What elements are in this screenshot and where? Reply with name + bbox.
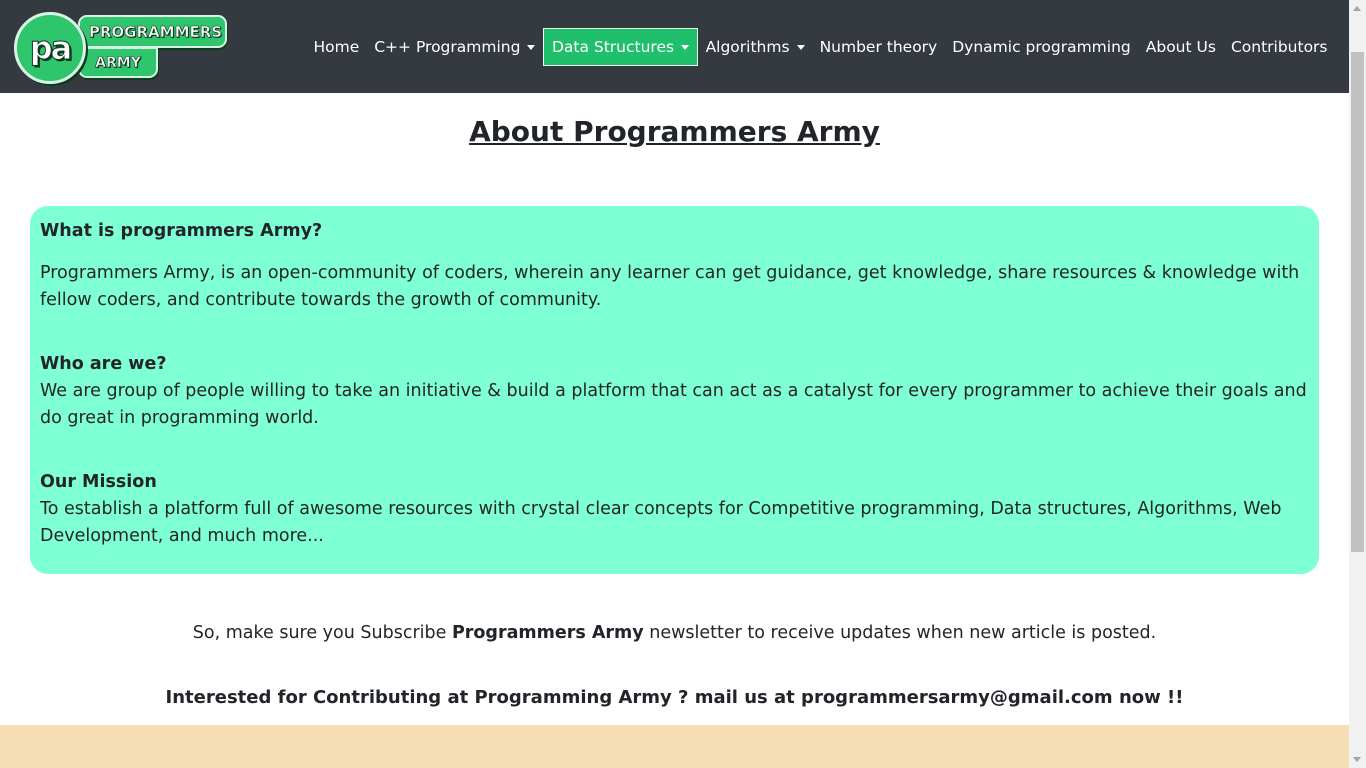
section-body: Programmers Army, is an open-community o… bbox=[40, 263, 1300, 310]
logo-monogram-text: pa bbox=[29, 29, 72, 68]
nav-data-structures-label: Data Structures bbox=[551, 38, 675, 56]
navbar: PROGRAMMERS ARMY pa Home C++ Programming… bbox=[0, 0, 1349, 93]
scrollbar-thumb[interactable] bbox=[1351, 52, 1364, 552]
nav-dynamic-programming[interactable]: Dynamic programming bbox=[945, 28, 1139, 66]
section-body: We are group of people willing to take a… bbox=[40, 381, 1307, 428]
section-heading: What is programmers Army? bbox=[40, 221, 323, 241]
scroll-down-arrow-icon[interactable] bbox=[1353, 757, 1361, 762]
nav-algorithms-label: Algorithms bbox=[705, 38, 790, 56]
section-what-is: What is programmers Army? Programmers Ar… bbox=[40, 218, 1309, 314]
logo-text-line2: ARMY bbox=[95, 54, 141, 71]
contribute-text: Interested for Contributing at Programmi… bbox=[165, 687, 1184, 708]
nav-number-theory-label: Number theory bbox=[819, 38, 938, 56]
logo-wordmark-bottom: ARMY bbox=[78, 47, 158, 78]
nav-contributors[interactable]: Contributors bbox=[1223, 28, 1335, 66]
nav-cpp-programming[interactable]: C++ Programming bbox=[367, 28, 543, 66]
section-heading: Our Mission bbox=[40, 472, 157, 492]
main-nav: Home C++ Programming Data Structures Alg… bbox=[306, 28, 1335, 66]
subscribe-brand: Programmers Army bbox=[451, 623, 644, 643]
section-our-mission: Our Mission To establish a platform full… bbox=[40, 469, 1309, 550]
footer bbox=[0, 725, 1349, 768]
logo-monogram: pa bbox=[14, 12, 86, 84]
caret-down-icon bbox=[796, 44, 805, 50]
page-title: About Programmers Army bbox=[469, 115, 880, 148]
scroll-up-arrow-icon[interactable] bbox=[1353, 6, 1361, 11]
nav-about-us[interactable]: About Us bbox=[1138, 28, 1223, 66]
section-body: To establish a platform full of awesome … bbox=[40, 499, 1282, 546]
vertical-scrollbar[interactable] bbox=[1349, 0, 1366, 768]
nav-number-theory[interactable]: Number theory bbox=[812, 28, 945, 66]
nav-contributors-label: Contributors bbox=[1230, 38, 1328, 56]
caret-down-icon bbox=[527, 44, 536, 50]
nav-data-structures[interactable]: Data Structures bbox=[542, 28, 699, 66]
site-logo[interactable]: PROGRAMMERS ARMY pa bbox=[14, 12, 227, 84]
caret-down-icon bbox=[681, 44, 690, 50]
section-heading: Who are we? bbox=[40, 354, 167, 374]
subscribe-text: So, make sure you Subscribe Programmers … bbox=[0, 620, 1349, 647]
about-card: What is programmers Army? Programmers Ar… bbox=[30, 206, 1319, 574]
nav-about-us-label: About Us bbox=[1145, 38, 1216, 56]
logo-wordmark-top: PROGRAMMERS bbox=[78, 15, 227, 48]
subscribe-prefix: So, make sure you Subscribe bbox=[192, 623, 452, 643]
page: PROGRAMMERS ARMY pa Home C++ Programming… bbox=[0, 0, 1349, 768]
nav-dynamic-programming-label: Dynamic programming bbox=[952, 38, 1131, 56]
subscribe-suffix: newsletter to receive updates when new a… bbox=[643, 623, 1157, 643]
nav-home-label: Home bbox=[313, 38, 360, 56]
nav-home[interactable]: Home bbox=[306, 28, 367, 66]
logo-text-line1: PROGRAMMERS bbox=[88, 22, 223, 41]
nav-cpp-programming-label: C++ Programming bbox=[374, 38, 521, 56]
section-who-are-we: Who are we? We are group of people willi… bbox=[40, 351, 1309, 432]
nav-algorithms[interactable]: Algorithms bbox=[698, 28, 812, 66]
